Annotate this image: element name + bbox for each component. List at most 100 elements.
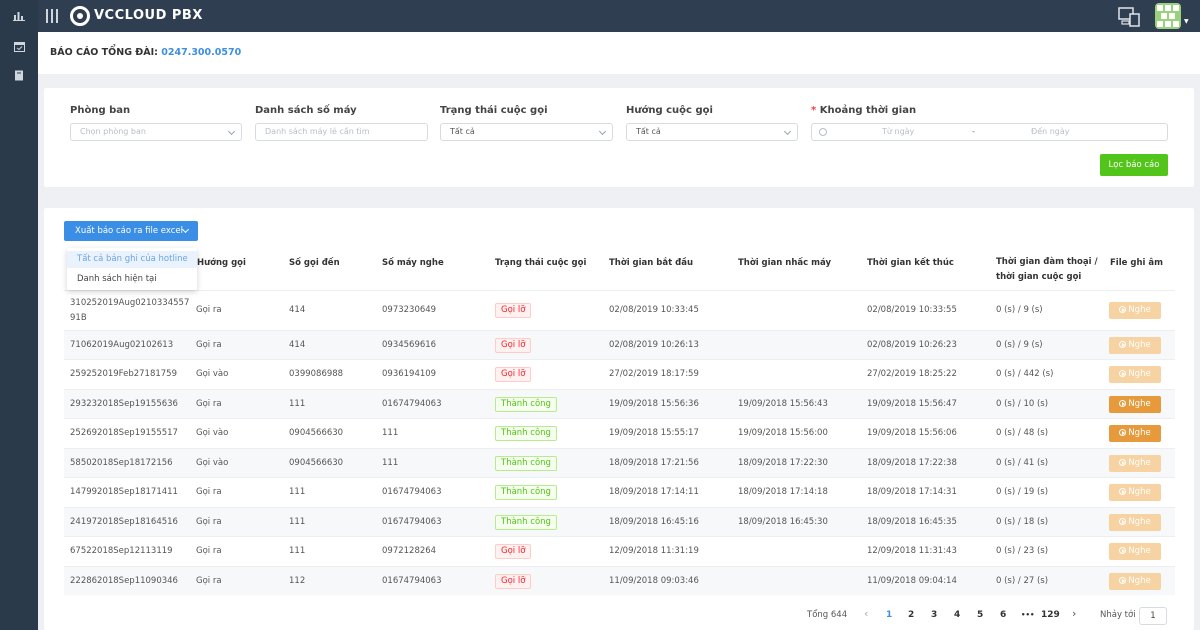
call-id: 252692018Sep19155517 bbox=[70, 428, 178, 438]
caller-number: 111 bbox=[289, 546, 306, 556]
chart-icon[interactable] bbox=[13, 9, 25, 21]
caller-number: 112 bbox=[289, 576, 306, 586]
play-circle-icon bbox=[1119, 547, 1127, 554]
callee-number: 0934569616 bbox=[382, 340, 437, 350]
play-recording-button[interactable]: Nghe bbox=[1109, 366, 1161, 383]
book-icon[interactable] bbox=[13, 69, 25, 81]
page-2[interactable]: 2 bbox=[908, 608, 914, 623]
hotline-number: 0247.300.0570 bbox=[161, 47, 242, 58]
filter-report-button[interactable]: Lọc báo cáo bbox=[1100, 154, 1168, 176]
page-4[interactable]: 4 bbox=[954, 608, 960, 623]
play-recording-button[interactable]: Nghe bbox=[1109, 337, 1161, 354]
table-row: 58502018Sep18172156 Gọi vào 0904566630 111 T… bbox=[64, 448, 1175, 477]
chevron-down-icon[interactable]: ▼ bbox=[1184, 18, 1189, 25]
from-date[interactable]: Từ ngày bbox=[882, 124, 914, 140]
chevron-down-icon bbox=[598, 127, 607, 136]
status-badge: Gọi lỡ bbox=[495, 544, 532, 559]
export-option-all[interactable]: Tất cả bản ghi của hotline bbox=[67, 251, 197, 268]
end-time: 27/02/2019 18:25:22 bbox=[867, 369, 957, 379]
time-range-label: * Khoảng thời gian bbox=[811, 105, 917, 116]
play-circle-icon bbox=[1119, 370, 1127, 377]
play-circle-icon bbox=[1119, 577, 1127, 584]
start-time: 11/09/2018 09:03:46 bbox=[609, 576, 699, 586]
direction-label: Hướng cuộc gọi bbox=[626, 105, 713, 116]
caller-number: 111 bbox=[289, 399, 306, 409]
callee-number: 01674794063 bbox=[382, 399, 442, 409]
play-recording-button[interactable]: Nghe bbox=[1109, 425, 1161, 442]
status-badge: Gọi lỡ bbox=[495, 574, 532, 589]
report-table-panel: Xuất báo cáo ra file excel Tất cả bản gh… bbox=[44, 208, 1194, 630]
calendar-icon[interactable] bbox=[13, 40, 25, 52]
department-select[interactable]: Chọn phòng ban bbox=[70, 123, 242, 141]
start-time: 19/09/2018 15:56:36 bbox=[609, 399, 699, 409]
play-recording-button[interactable]: Nghe bbox=[1109, 484, 1161, 501]
caller-number: 111 bbox=[289, 487, 306, 497]
play-label: Nghe bbox=[1128, 458, 1151, 468]
extensions-input[interactable]: Danh sách máy lẻ cần tìm bbox=[255, 123, 428, 141]
department-label: Phòng ban bbox=[70, 105, 131, 116]
time-range-picker[interactable]: Từ ngày - Đến ngày bbox=[811, 123, 1168, 141]
call-id: 147992018Sep18171411 bbox=[70, 487, 178, 497]
call-direction: Gọi vào bbox=[196, 458, 229, 468]
play-circle-icon bbox=[1119, 306, 1127, 313]
extensions-label: Danh sách số máy bbox=[255, 105, 357, 116]
page-129[interactable]: 129 bbox=[1041, 608, 1060, 623]
jump-input[interactable]: 1 bbox=[1139, 607, 1167, 625]
page-ellipsis[interactable]: ••• bbox=[1021, 608, 1034, 623]
play-recording-button[interactable]: Nghe bbox=[1109, 396, 1161, 413]
answer-time: 18/09/2018 17:14:18 bbox=[738, 487, 828, 497]
col-duration: Thời gian đàm thoại / thời gian cuộc gọi bbox=[996, 257, 1098, 282]
play-recording-button[interactable]: Nghe bbox=[1109, 302, 1161, 319]
to-date[interactable]: Đến ngày bbox=[1031, 124, 1070, 140]
duration: 0 (s) / 18 (s) bbox=[996, 517, 1049, 527]
prev-page-button[interactable]: ‹ bbox=[864, 606, 868, 621]
filter-panel: Phòng ban Chọn phòng ban Danh sách số má… bbox=[44, 88, 1194, 187]
call-id: 259252019Feb27181759 bbox=[70, 369, 177, 379]
col-recording: File ghi âm bbox=[1110, 258, 1163, 268]
start-time: 18/09/2018 17:21:56 bbox=[609, 458, 699, 468]
end-time: 18/09/2018 17:22:38 bbox=[867, 458, 957, 468]
page-title: BÁO CÁO TỔNG ĐÀI: 0247.300.0570 bbox=[50, 47, 242, 58]
call-direction: Gọi ra bbox=[196, 305, 222, 315]
chevron-down-icon bbox=[783, 127, 792, 136]
table-row: 222862018Sep11090346 Gọi ra 112 01674794063… bbox=[64, 566, 1175, 595]
export-option-current[interactable]: Danh sách hiện tại bbox=[67, 271, 197, 288]
play-circle-icon bbox=[1119, 429, 1127, 436]
call-status-select[interactable]: Tất cả bbox=[440, 123, 613, 141]
end-time: 02/08/2019 10:33:55 bbox=[867, 305, 957, 315]
status-badge: Gọi lỡ bbox=[495, 338, 532, 353]
start-time: 02/08/2019 10:33:45 bbox=[609, 305, 699, 315]
caller-number: 414 bbox=[289, 340, 306, 350]
export-excel-button[interactable]: Xuất báo cáo ra file excel bbox=[64, 221, 198, 241]
next-page-button[interactable]: › bbox=[1072, 606, 1076, 621]
play-recording-button[interactable]: Nghe bbox=[1109, 573, 1161, 590]
play-circle-icon bbox=[1119, 488, 1127, 495]
play-circle-icon bbox=[1119, 341, 1127, 348]
direction-select[interactable]: Tất cả bbox=[626, 123, 798, 141]
page-1[interactable]: 1 bbox=[886, 608, 892, 623]
play-recording-button[interactable]: Nghe bbox=[1109, 514, 1161, 531]
end-time: 18/09/2018 17:14:31 bbox=[867, 487, 957, 497]
play-recording-button[interactable]: Nghe bbox=[1109, 455, 1161, 472]
page-5[interactable]: 5 bbox=[977, 608, 983, 623]
menu-icon[interactable] bbox=[46, 9, 58, 23]
jump-label: Nhảy tới bbox=[1100, 610, 1136, 620]
app-brand: VCCLOUD PBX bbox=[94, 8, 203, 23]
play-recording-button[interactable]: Nghe bbox=[1109, 543, 1161, 560]
callee-number: 01674794063 bbox=[382, 487, 442, 497]
play-label: Nghe bbox=[1128, 487, 1151, 497]
answer-time: 19/09/2018 15:56:00 bbox=[738, 428, 828, 438]
device-icon[interactable] bbox=[1118, 7, 1140, 27]
callee-number: 01674794063 bbox=[382, 517, 442, 527]
date-separator: - bbox=[972, 127, 975, 136]
page-3[interactable]: 3 bbox=[931, 608, 937, 623]
logo-icon bbox=[70, 6, 90, 26]
call-direction: Gọi ra bbox=[196, 517, 222, 527]
caller-number: 0399086988 bbox=[289, 369, 344, 379]
end-time: 11/09/2018 09:04:14 bbox=[867, 576, 957, 586]
page-6[interactable]: 6 bbox=[1000, 608, 1006, 623]
avatar[interactable] bbox=[1155, 3, 1181, 29]
end-time: 19/09/2018 15:56:06 bbox=[867, 428, 957, 438]
call-status-label: Trạng thái cuộc gọi bbox=[440, 105, 548, 116]
call-direction: Gọi ra bbox=[196, 399, 222, 409]
